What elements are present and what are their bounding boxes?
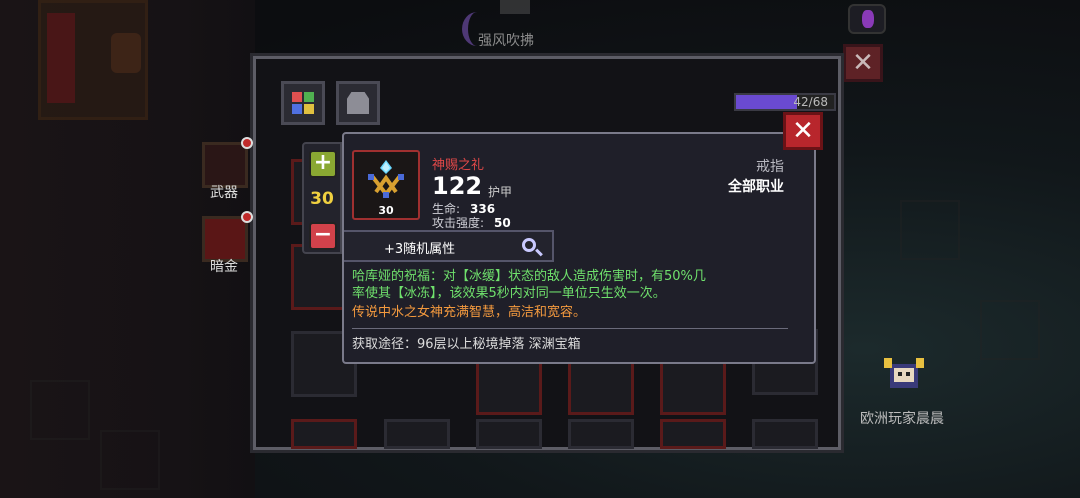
capacity-text: 42/68 (793, 95, 828, 109)
inventory-slot[interactable] (476, 419, 542, 449)
legendary-filter-label: 暗金 (210, 259, 238, 275)
capacity-bar: 42/68 (734, 93, 836, 111)
world-item-label: 强风吹拂 (478, 33, 534, 49)
item-class: 全部职业 (728, 179, 784, 195)
tab-equipment[interactable] (336, 81, 380, 125)
helmet-icon (347, 92, 369, 114)
magnifier-icon[interactable] (522, 238, 536, 252)
inventory-slot[interactable] (660, 419, 726, 449)
notification-dot (241, 211, 253, 223)
inventory-slot[interactable] (568, 419, 634, 449)
item-source: 获取途径：96层以上秘境掉落 深渊宝箱 (352, 337, 581, 352)
floor-tile (30, 380, 90, 440)
armor-label: 护甲 (488, 185, 513, 199)
stat-attack: 攻击强度: 50 (432, 214, 511, 231)
item-description: 哈库娅的祝福：对【冰缓】状态的敌人造成伤害时，有50%几 率使其【冰冻】，该效果… (352, 268, 800, 321)
grid-icon (292, 92, 314, 114)
random-attribute-label: +3随机属性 (384, 242, 456, 257)
stat-value: 50 (494, 216, 511, 230)
floor-tile (980, 300, 1040, 360)
random-attribute-row[interactable]: +3随机属性 (344, 230, 554, 262)
stat-label: 攻击强度: (432, 216, 485, 230)
item-type: 戒指 (756, 159, 784, 175)
close-inventory-button[interactable]: ✕ (843, 44, 883, 82)
inventory-slot[interactable] (291, 419, 357, 449)
floor-tile (900, 200, 960, 260)
quantity-stepper: + 30 − (302, 142, 342, 254)
quantity-value: 30 (310, 189, 334, 209)
tab-inventory[interactable] (281, 81, 325, 125)
inventory-slot[interactable] (384, 419, 450, 449)
capacity-bar-fill (736, 95, 797, 109)
decrease-button[interactable]: − (309, 222, 337, 250)
notification-dot (241, 137, 253, 149)
floor-tile (100, 430, 160, 490)
item-tooltip: 30 神赐之礼 122 护甲 生命: 336 攻击强度: 50 戒指 全部职业 +3… (342, 132, 816, 364)
gem-icon[interactable] (848, 4, 886, 34)
effect-text-2: 率使其【冰冻】，该效果5秒内对同一单位只生效一次。 (352, 286, 666, 301)
bookshelf (38, 0, 148, 120)
ring-icon (368, 160, 404, 198)
increase-button[interactable]: + (309, 150, 337, 178)
close-tooltip-button[interactable]: ✕ (783, 112, 823, 150)
world-item (500, 0, 530, 14)
divider (352, 328, 788, 329)
player-name: 欧洲玩家晨晨 (860, 411, 944, 427)
weapon-filter-label: 武器 (210, 185, 238, 201)
item-icon-frame: 30 (352, 150, 420, 220)
lore-text: 传说中水之女神充满智慧，高洁和宽容。 (352, 305, 587, 320)
player-avatar (884, 358, 924, 388)
inventory-slot[interactable] (752, 419, 818, 449)
item-level: 30 (378, 204, 394, 217)
effect-text-1: 哈库娅的祝福：对【冰缓】状态的敌人造成伤害时，有50%几 (352, 269, 706, 284)
item-name: 神赐之礼 (432, 158, 485, 173)
armor-value: 122 (432, 172, 483, 200)
